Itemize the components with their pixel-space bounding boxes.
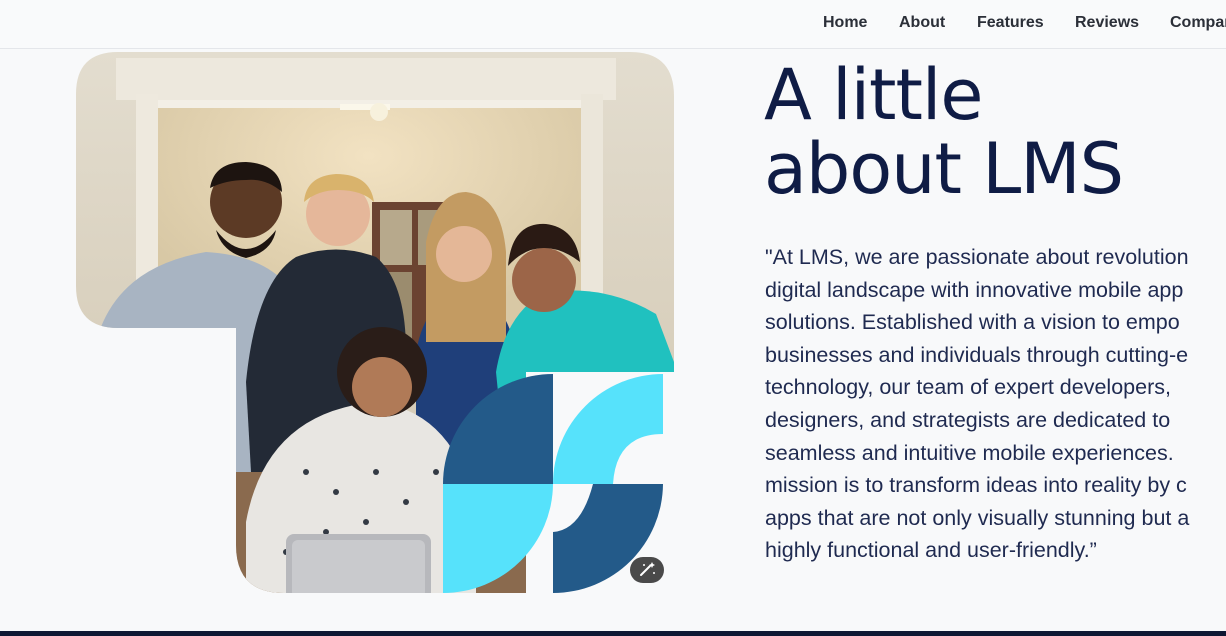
magic-edit-button[interactable]: [630, 557, 664, 583]
nav-about-link[interactable]: About: [899, 14, 945, 32]
quote-line: highly functional and user-friendly.”: [765, 538, 1097, 563]
quote-line: digital landscape with innovative mobile…: [765, 277, 1184, 302]
nav-features-link[interactable]: Features: [977, 14, 1044, 32]
team-photo: [76, 52, 674, 593]
footer-band: [0, 631, 1226, 636]
quote-line: solutions. Established with a vision to …: [765, 310, 1180, 335]
about-quote: "At LMS, we are passionate about revolut…: [765, 241, 1226, 567]
accent-arc-light-top: [553, 374, 663, 484]
accent-arc-light-bottom: [443, 484, 553, 593]
quote-line: mission is to transform ideas into reali…: [765, 473, 1187, 498]
quote-line: seamless and intuitive mobile experience…: [765, 440, 1174, 465]
magic-wand-icon: [640, 562, 655, 576]
quote-line: businesses and individuals through cutti…: [765, 342, 1189, 367]
quote-line: "At LMS, we are passionate about revolut…: [765, 245, 1189, 269]
quote-line: designers, and strategists are dedicated…: [765, 407, 1171, 432]
quote-line: technology, our team of expert developer…: [765, 375, 1171, 400]
top-navigation: Home About Features Reviews Compar: [0, 0, 1226, 49]
heading-line-2: about LMS: [764, 128, 1124, 210]
nav-company-link[interactable]: Compar: [1170, 14, 1226, 32]
about-heading: A little about LMS: [764, 58, 1226, 206]
heading-line-1: A little: [764, 54, 983, 136]
nav-home-link[interactable]: Home: [823, 14, 867, 32]
nav-reviews-link[interactable]: Reviews: [1075, 14, 1139, 32]
quote-line: apps that are not only visually stunning…: [765, 505, 1190, 530]
